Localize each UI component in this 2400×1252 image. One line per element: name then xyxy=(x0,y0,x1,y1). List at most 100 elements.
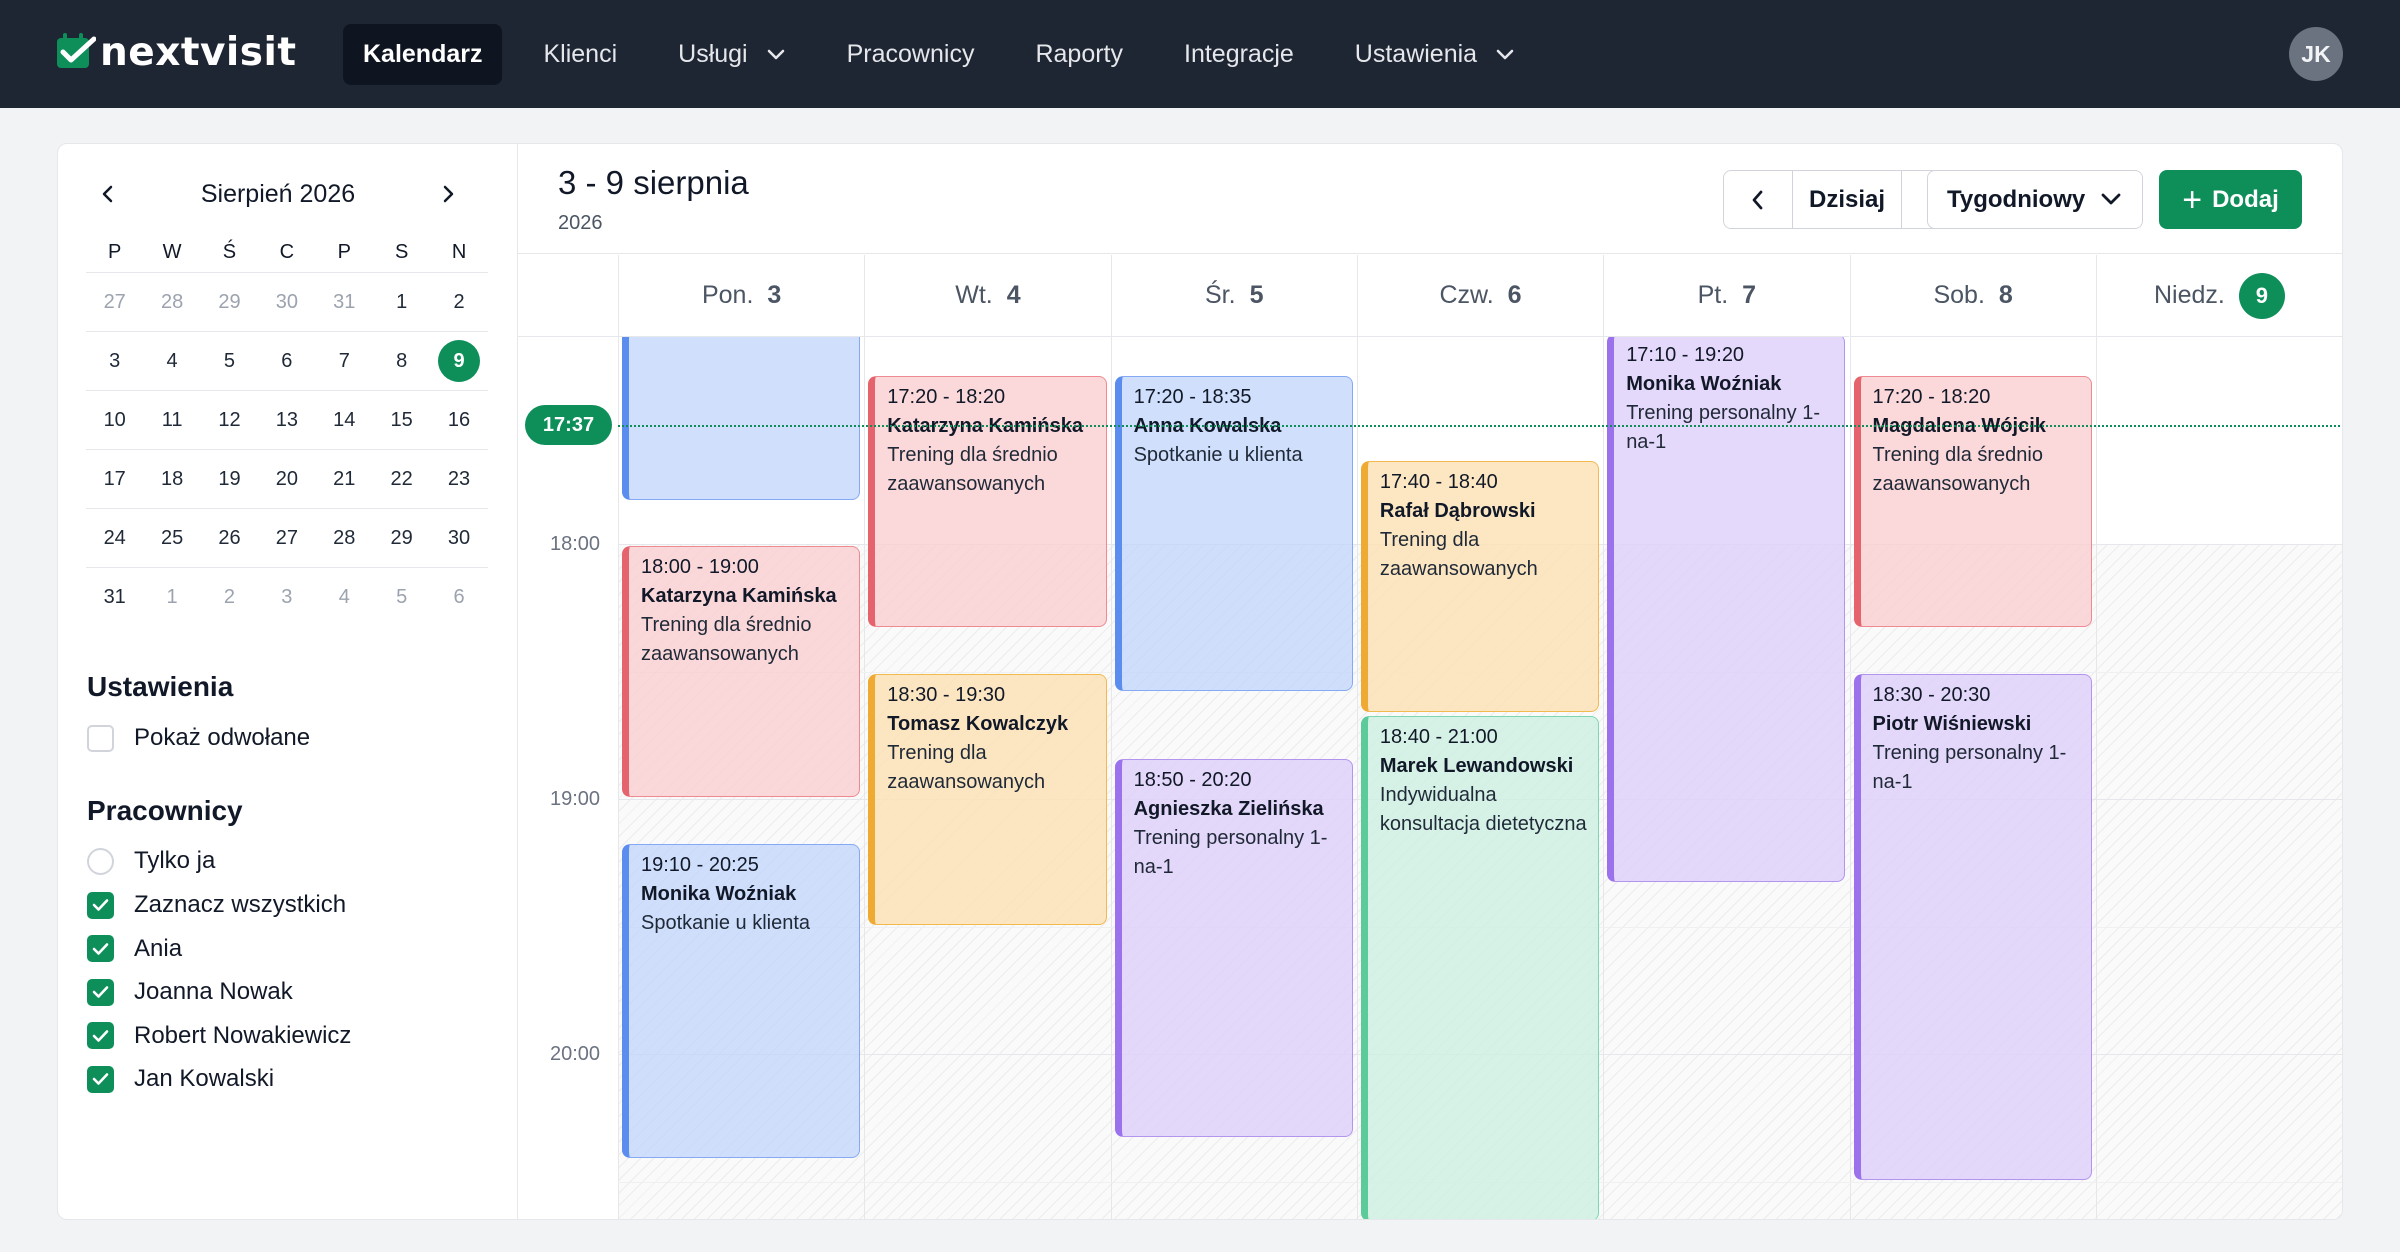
event-card[interactable]: 18:30 - 20:30 Piotr Wiśniewski Trening per… xyxy=(1853,673,2092,1180)
mini-day[interactable]: 14 xyxy=(316,409,373,432)
event-client: Katarzyna Kamińska xyxy=(641,585,837,607)
mini-day[interactable]: 21 xyxy=(316,468,373,491)
only-me-option[interactable]: Tylko ja xyxy=(87,847,215,875)
day-header[interactable]: Pt. 7 xyxy=(1603,255,1850,337)
day-header[interactable]: Wt. 4 xyxy=(864,255,1111,337)
day-header[interactable]: Pon. 3 xyxy=(618,255,865,337)
nav-item-usługi[interactable]: Usługi xyxy=(658,24,805,85)
mini-day[interactable]: 5 xyxy=(373,586,430,609)
chevron-down-icon xyxy=(1496,49,1514,60)
event-time: 18:50 - 20:20 xyxy=(1133,768,1252,791)
mini-day[interactable]: 16 xyxy=(430,409,487,432)
event-card[interactable]: 18:30 - 19:30 Tomasz Kowalczyk Trening dla… xyxy=(868,673,1107,925)
mini-day[interactable]: 1 xyxy=(373,291,430,314)
mini-day[interactable]: 17 xyxy=(86,468,143,491)
mini-day[interactable]: 30 xyxy=(258,291,315,314)
day-header[interactable]: Niedz. 9 xyxy=(2095,255,2342,337)
mini-day[interactable]: 10 xyxy=(86,409,143,432)
mini-day[interactable]: 20 xyxy=(258,468,315,491)
mini-day[interactable]: 9 xyxy=(430,340,487,382)
mini-day[interactable]: 27 xyxy=(258,527,315,550)
mini-day[interactable]: 12 xyxy=(201,409,258,432)
nav-item-ustawienia[interactable]: Ustawienia xyxy=(1335,24,1535,85)
nav-item-kalendarz[interactable]: Kalendarz xyxy=(343,24,503,85)
mini-day[interactable]: 25 xyxy=(143,527,200,550)
prev-week-button[interactable] xyxy=(1724,171,1792,228)
event-card[interactable]: 18:50 - 20:20 Agnieszka Zielińska Trening … xyxy=(1114,758,1353,1137)
event-card[interactable]: 18:40 - 21:00 Marek Lewandowski Indywidual… xyxy=(1360,716,1600,1219)
employee-checkbox[interactable] xyxy=(87,1022,114,1049)
mini-day[interactable]: 2 xyxy=(201,586,258,609)
avatar[interactable]: JK xyxy=(2289,27,2343,81)
mini-day[interactable]: 19 xyxy=(201,468,258,491)
day-column-divider xyxy=(2095,337,2097,1219)
mini-day[interactable]: 18 xyxy=(143,468,200,491)
mini-day[interactable]: 2 xyxy=(430,291,487,314)
mini-day[interactable]: 8 xyxy=(373,350,430,373)
show-cancelled-option[interactable]: Pokaż odwołane xyxy=(87,724,310,752)
employee-option[interactable]: Ania xyxy=(87,935,182,963)
only-me-radio[interactable] xyxy=(87,847,114,875)
nav-item-integracje[interactable]: Integracje xyxy=(1164,24,1314,85)
day-header[interactable]: Śr. 5 xyxy=(1110,255,1357,337)
employee-option[interactable]: Joanna Nowak xyxy=(87,978,293,1006)
mini-day[interactable]: 28 xyxy=(316,527,373,550)
event-card[interactable]: 17:10 - 19:20 Monika Woźniak Trening perso… xyxy=(1607,337,1846,882)
mini-day[interactable]: 13 xyxy=(258,409,315,432)
employees-section-title: Pracownicy xyxy=(87,795,243,826)
event-card[interactable]: 17:20 - 18:20 Katarzyna Kamińska Trening d… xyxy=(868,376,1107,627)
employee-checkbox[interactable] xyxy=(87,1065,114,1093)
mini-day[interactable]: 29 xyxy=(373,527,430,550)
employee-option[interactable]: Jan Kowalski xyxy=(87,1065,274,1093)
event-card[interactable]: 17:20 - 18:35 Anna Kowalska Spotkanie u kl… xyxy=(1114,376,1353,691)
mini-day[interactable]: 15 xyxy=(373,409,430,432)
day-header[interactable]: Czw. 6 xyxy=(1356,255,1604,337)
employee-option[interactable]: Zaznacz wszystkich xyxy=(87,891,346,919)
add-button[interactable]: + Dodaj xyxy=(2159,170,2302,229)
mini-day[interactable]: 7 xyxy=(316,350,373,373)
employee-checkbox[interactable] xyxy=(87,891,114,919)
employee-option[interactable]: Robert Nowakiewicz xyxy=(87,1022,351,1050)
mini-day[interactable]: 3 xyxy=(258,586,315,609)
chevron-left-icon xyxy=(1752,190,1763,209)
nav-item-klienci[interactable]: Klienci xyxy=(523,24,637,85)
mini-day[interactable]: 4 xyxy=(143,350,200,373)
event-card[interactable]: 17:20 - 18:20 Magdalena Wójcik Trening dla… xyxy=(1853,376,2092,627)
mini-day[interactable]: 31 xyxy=(86,586,143,609)
nav-item-pracownicy[interactable]: Pracownicy xyxy=(827,24,995,85)
mini-week-row: 3 4 5 6 7 8 9 xyxy=(86,332,488,391)
mini-day[interactable]: 5 xyxy=(201,350,258,373)
mini-day[interactable]: 6 xyxy=(430,586,487,609)
mini-prev-month-button[interactable] xyxy=(88,174,128,214)
chevron-left-icon xyxy=(102,185,113,203)
mini-day[interactable]: 23 xyxy=(430,468,487,491)
view-select[interactable]: Tygodniowy xyxy=(1927,170,2143,229)
event-card[interactable]: 19:10 - 20:25 Monika Woźniak Spotkanie u k… xyxy=(622,843,861,1159)
day-header[interactable]: Sob. 8 xyxy=(1849,255,2096,337)
show-cancelled-checkbox[interactable] xyxy=(87,724,114,752)
event-service: Trening dla średnio zaawansowanych xyxy=(1872,444,2043,495)
mini-day[interactable]: 26 xyxy=(201,527,258,550)
mini-day[interactable]: 11 xyxy=(143,409,200,432)
mini-day[interactable]: 27 xyxy=(86,291,143,314)
mini-next-month-button[interactable] xyxy=(428,174,468,214)
logo[interactable]: nextvisit xyxy=(56,30,297,75)
event-card[interactable]: Rafał DąbrowskiSpotkanie u klienta xyxy=(622,337,861,500)
mini-day[interactable]: 29 xyxy=(201,291,258,314)
employee-checkbox[interactable] xyxy=(87,935,114,962)
event-card[interactable]: 18:00 - 19:00 Katarzyna Kamińska Trening d… xyxy=(622,546,861,797)
mini-day[interactable]: 1 xyxy=(143,586,200,609)
nav-item-raporty[interactable]: Raporty xyxy=(1015,24,1143,85)
mini-day[interactable]: 6 xyxy=(258,350,315,373)
event-card[interactable]: 17:40 - 18:40 Rafał Dąbrowski Trening dla … xyxy=(1360,461,1600,712)
mini-day[interactable]: 31 xyxy=(316,291,373,314)
mini-day[interactable]: 4 xyxy=(316,586,373,609)
today-button[interactable]: Dzisiaj xyxy=(1792,171,1902,228)
day-number-today: 9 xyxy=(2238,272,2285,319)
mini-day[interactable]: 3 xyxy=(86,350,143,373)
mini-day[interactable]: 28 xyxy=(143,291,200,314)
employee-checkbox[interactable] xyxy=(87,978,114,1006)
mini-day[interactable]: 24 xyxy=(86,527,143,550)
mini-day[interactable]: 30 xyxy=(430,527,487,550)
mini-day[interactable]: 22 xyxy=(373,468,430,491)
